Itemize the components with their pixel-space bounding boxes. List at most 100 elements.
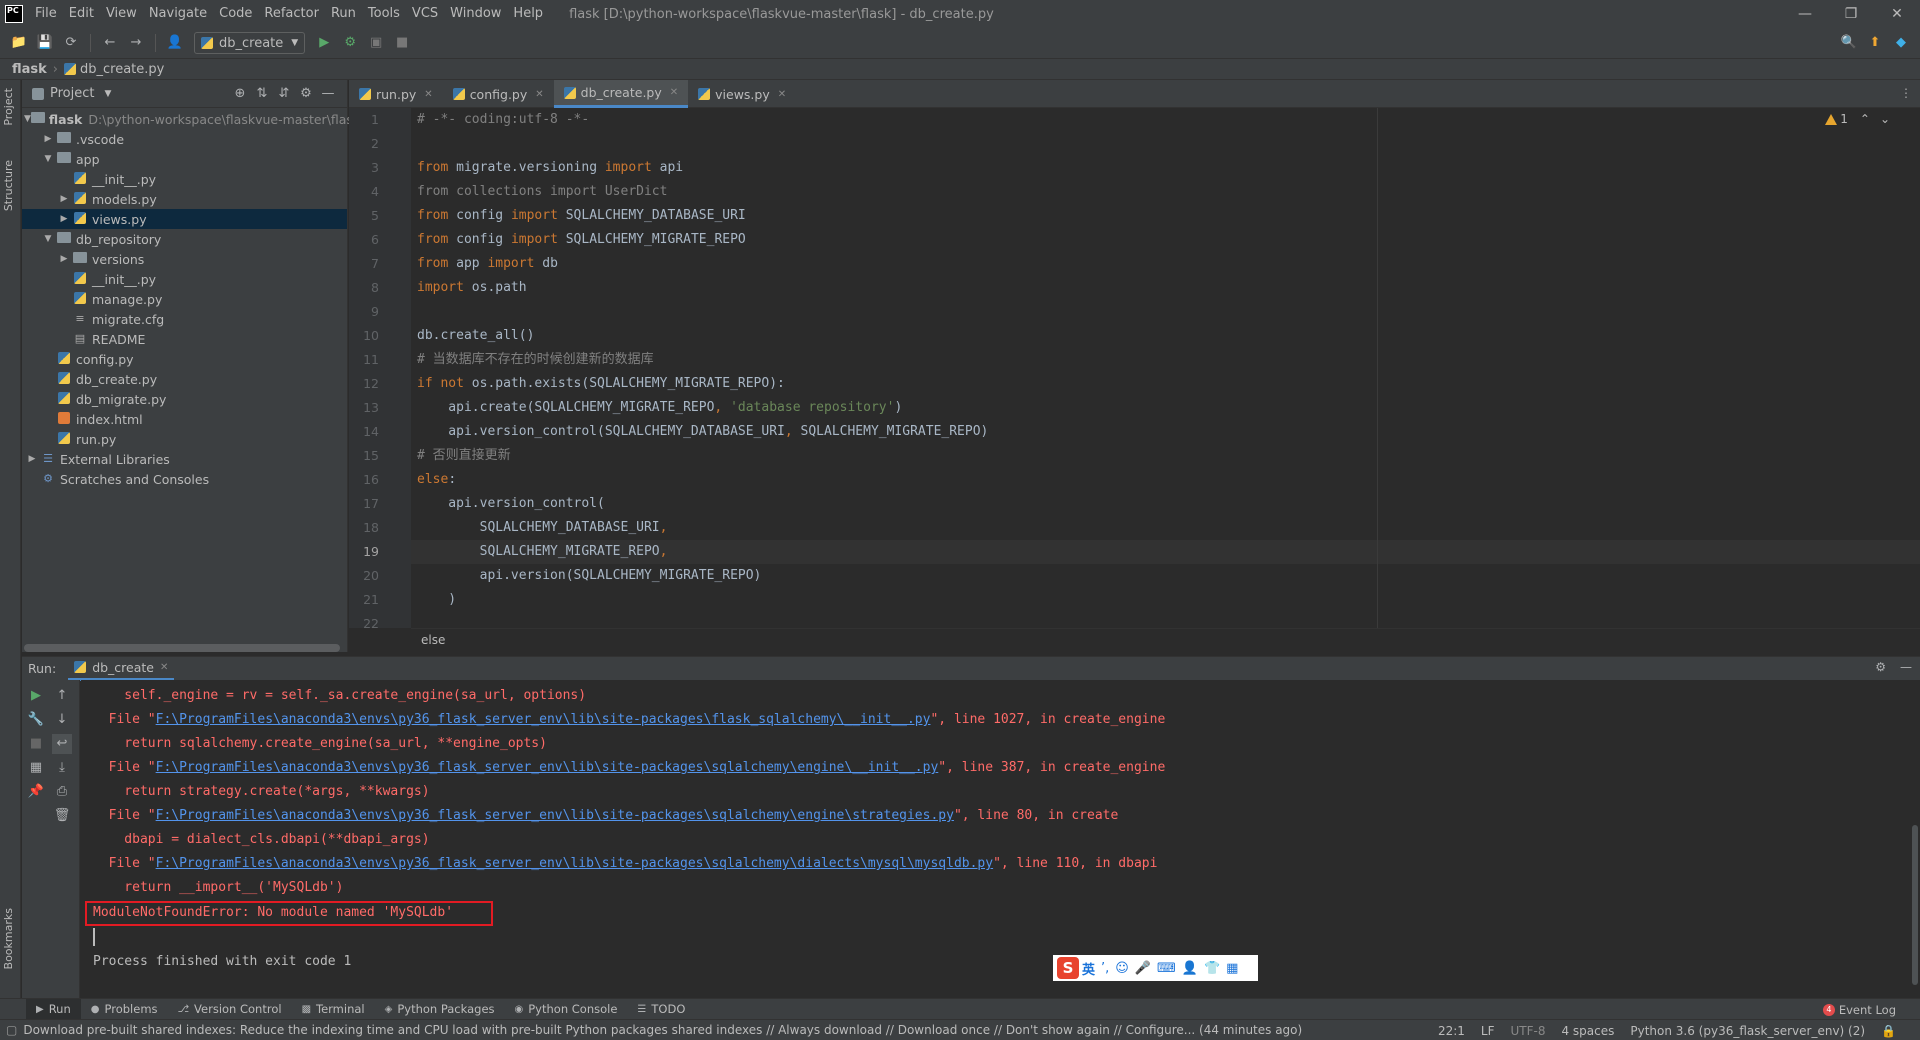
tree-item-config[interactable]: config.py [22,349,347,369]
tree-item-views[interactable]: ▶ views.py [22,209,347,229]
tool-tab-version-control[interactable]: ⎇ Version Control [168,999,292,1020]
cursor-position[interactable]: 22:1 [1438,1024,1465,1038]
scroll-to-end-icon[interactable]: ⤓ [52,758,72,778]
scroll-down-icon[interactable]: ↓ [52,710,72,730]
update-icon[interactable]: ⬆ [1864,32,1886,54]
inspection-widget[interactable]: 1 ⌃ ⌄ [1825,112,1890,126]
menu-tools[interactable]: Tools [362,0,406,28]
stop-icon[interactable]: ■ [391,32,413,54]
tree-item-scratches[interactable]: ⚙ Scratches and Consoles [22,469,347,489]
tab-config-py[interactable]: config.py ✕ [443,80,554,108]
toolbox-icon[interactable]: ▦ [1226,961,1238,976]
run-icon[interactable]: ▶ [313,32,335,54]
lock-icon[interactable]: 🔒 [1881,1024,1896,1038]
hide-icon[interactable]: — [1900,660,1912,674]
structure-tool-tab[interactable]: Structure [2,160,15,211]
wrench-icon[interactable]: 🔧 [26,710,46,730]
sync-icon[interactable]: ⟳ [60,32,82,54]
tab-db-create-run[interactable]: db_create ✕ [68,657,175,681]
console-file-link[interactable]: F:\ProgramFiles\anaconda3\envs\py36_flas… [156,760,939,775]
menu-view[interactable]: View [100,0,143,28]
restore-icon[interactable]: ❐ [1828,0,1874,28]
chevron-right-icon[interactable]: ▶ [56,254,72,264]
gear-icon[interactable]: ⚙ [1875,660,1886,674]
menu-edit[interactable]: Edit [63,0,100,28]
bookmarks-tool-tab[interactable]: Bookmarks [2,908,15,969]
chevron-up-icon[interactable]: ⌃ [1860,112,1870,126]
minimize-icon[interactable]: — [1782,0,1828,28]
run-configuration-dropdown[interactable]: db_create ▼ [194,32,306,54]
stop-icon[interactable]: ■ [26,734,46,754]
expand-all-icon[interactable]: ⇅ [251,86,273,101]
save-all-icon[interactable]: 💾 [34,32,56,54]
coverage-icon[interactable]: ▣ [365,32,387,54]
breadcrumb-file[interactable]: db_create.py [80,62,164,77]
emoji-icon[interactable]: ☺ [1115,961,1129,976]
menu-run[interactable]: Run [325,0,362,28]
code-editor[interactable]: 123 456 789 10 11 12 13 14 15 16 17 18 19 20 21 … [349,108,1920,652]
horizontal-scrollbar[interactable] [24,644,340,652]
event-log-button[interactable]: 4 Event Log [1822,999,1896,1020]
soft-wrap-icon[interactable]: ↩ [52,734,72,754]
menu-refactor[interactable]: Refactor [258,0,325,28]
file-encoding[interactable]: UTF-8 [1510,1024,1545,1038]
python-interpreter[interactable]: Python 3.6 (py36_flask_server_env) (2) [1630,1024,1865,1038]
tab-views-py[interactable]: views.py ✕ [688,80,796,108]
tree-item-app[interactable]: ▼ app [22,149,347,169]
user-icon[interactable]: 👤 [1182,961,1198,976]
tree-item-models[interactable]: ▶ models.py [22,189,347,209]
breadcrumb-project[interactable]: flask [12,62,47,77]
project-tool-tab[interactable]: Project [2,88,15,126]
scroll-up-icon[interactable]: ↑ [52,686,72,706]
project-panel-title[interactable]: Project [50,86,94,101]
indent-setting[interactable]: 4 spaces [1561,1024,1614,1038]
menu-navigate[interactable]: Navigate [143,0,213,28]
menu-code[interactable]: Code [213,0,258,28]
tool-tab-problems[interactable]: ● Problems [81,999,168,1020]
vertical-scrollbar[interactable] [1912,825,1918,985]
chevron-right-icon[interactable]: ▶ [56,194,72,204]
line-separator[interactable]: LF [1481,1024,1495,1038]
jetbrains-icon[interactable]: ◆ [1890,32,1912,54]
collapse-all-icon[interactable]: ⇵ [273,86,295,101]
trash-icon[interactable]: 🗑 [52,806,72,826]
user-icon[interactable]: 👤 [164,32,186,54]
tree-item-db-migrate[interactable]: db_migrate.py [22,389,347,409]
back-arrow-icon[interactable]: ← [99,32,121,54]
tree-item-readme[interactable]: ▤ README [22,329,347,349]
close-icon[interactable]: ✕ [160,662,168,673]
forward-arrow-icon[interactable]: → [125,32,147,54]
close-icon[interactable]: ✕ [778,89,786,100]
menu-vcs[interactable]: VCS [406,0,444,28]
hide-icon[interactable]: — [317,86,339,101]
ime-toolbar[interactable]: S 英 ’, ☺ 🎤 ⌨ 👤 👕 ▦ [1053,955,1258,981]
tree-item-external-libraries[interactable]: ▶ ☰ External Libraries [22,449,347,469]
tree-item-migrate-cfg[interactable]: ≡ migrate.cfg [22,309,347,329]
chevron-down-icon[interactable]: ⌄ [1880,112,1890,126]
skin-icon[interactable]: 👕 [1204,961,1220,976]
close-icon[interactable]: ✕ [670,87,678,98]
layout-icon[interactable]: ▦ [26,758,46,778]
console-file-link[interactable]: F:\ProgramFiles\anaconda3\envs\py36_flas… [156,712,931,727]
tab-db-create-py[interactable]: db_create.py ✕ [553,80,689,108]
console-file-link[interactable]: F:\ProgramFiles\anaconda3\envs\py36_flas… [156,808,954,823]
chevron-down-icon[interactable]: ▼ [40,234,56,244]
tool-tab-todo[interactable]: ☰ TODO [627,999,695,1020]
chevron-right-icon[interactable]: ▶ [56,214,72,224]
more-options-icon[interactable]: ⋮ [1900,86,1912,100]
tool-tab-run[interactable]: ▶ Run [26,998,81,1020]
open-folder-icon[interactable]: 📁 [8,32,30,54]
tree-item-app-init[interactable]: __init__.py [22,169,347,189]
tree-item-run[interactable]: run.py [22,429,347,449]
close-icon[interactable]: ✕ [424,89,432,100]
tool-tab-python-console[interactable]: ◉ Python Console [505,999,628,1020]
tool-tab-terminal[interactable]: ▩ Terminal [292,999,375,1020]
locate-icon[interactable]: ⊕ [229,86,251,101]
menu-file[interactable]: File [29,0,63,28]
tree-item-repo-init[interactable]: __init__.py [22,269,347,289]
keyboard-icon[interactable]: ⌨ [1157,961,1176,976]
console-file-link[interactable]: F:\ProgramFiles\anaconda3\envs\py36_flas… [156,856,993,871]
microphone-icon[interactable]: 🎤 [1135,961,1151,976]
search-icon[interactable]: 🔍 [1838,32,1860,54]
chevron-down-icon[interactable]: ▼ [104,89,111,99]
